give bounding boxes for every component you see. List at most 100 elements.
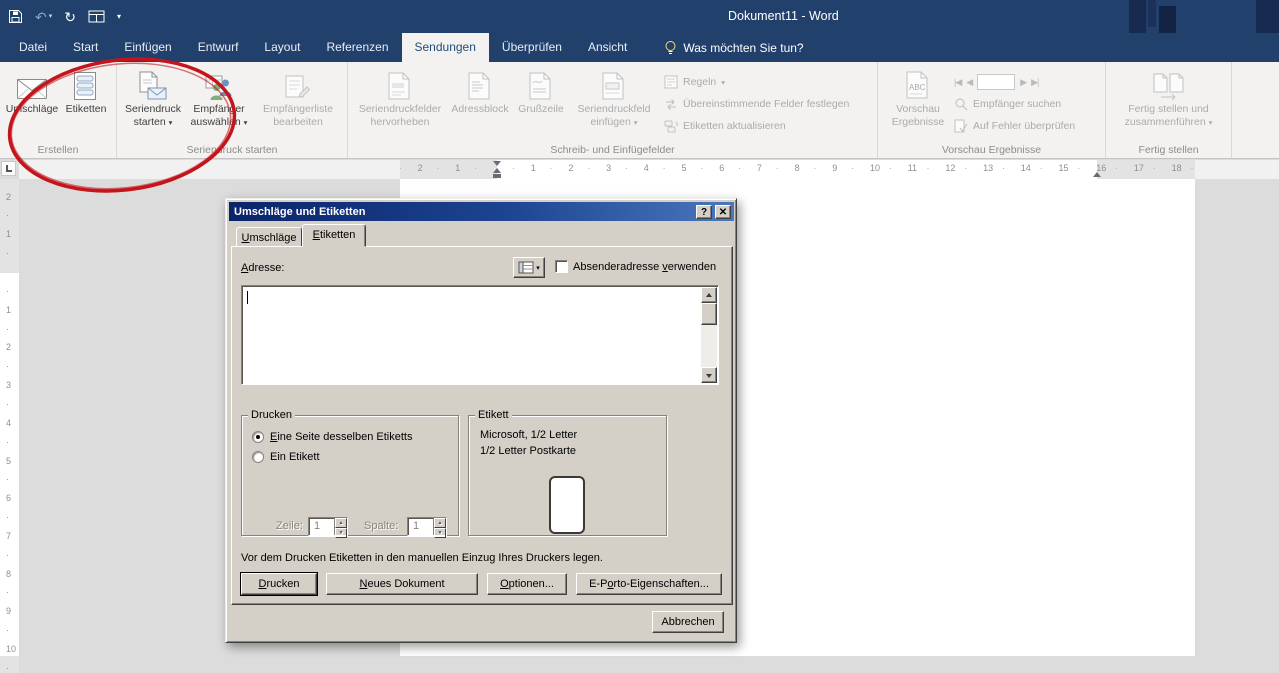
tab-selector[interactable] (1, 161, 16, 176)
group-label-vorschau-ergebnisse: Vorschau Ergebnisse (878, 144, 1105, 156)
label-preview (549, 476, 585, 534)
tab-stop-icon (6, 165, 12, 172)
record-navigator: |◀ ◀ ▶ ▶| (954, 71, 1100, 93)
row-label: Zeile: (276, 520, 303, 532)
title-bar: ↶▾ ↻ ▾ Dokument11 - Word (0, 0, 1279, 33)
vertical-ruler[interactable]: 2112345678910·············· (0, 179, 19, 673)
spin-up-icon[interactable]: ▲ (434, 518, 446, 528)
new-document-button[interactable]: Neues Dokument (326, 573, 478, 595)
dropdown-arrow-icon: ▾ (634, 118, 638, 127)
tab-entwurf[interactable]: Entwurf (185, 33, 252, 62)
tab-sendungen[interactable]: Sendungen (402, 33, 489, 62)
right-indent-marker[interactable] (1093, 172, 1101, 177)
scroll-thumb[interactable] (701, 303, 717, 325)
insert-merge-field-button[interactable]: Seriendruckfeld einfügen ▾ (570, 64, 658, 138)
select-recipients-button[interactable]: Empfänger auswählen ▾ (186, 64, 252, 138)
spin-down-icon[interactable]: ▼ (434, 528, 446, 538)
scroll-down-button[interactable] (701, 367, 717, 383)
tab-ansicht[interactable]: Ansicht (575, 33, 640, 62)
save-icon[interactable] (8, 9, 23, 24)
print-button[interactable]: Drucken (241, 573, 317, 595)
match-fields-button[interactable]: Übereinstimmende Felder festlegen (664, 93, 872, 115)
dialog-tab-umschlaege[interactable]: Umschläge (236, 227, 302, 247)
record-number-box[interactable] (977, 74, 1015, 90)
first-line-indent-marker[interactable] (493, 161, 501, 166)
finish-merge-button[interactable]: Fertig stellen und zusammenführen ▾ (1115, 64, 1223, 138)
word-window: ↶▾ ↻ ▾ Dokument11 - Word Datei Start Ein… (0, 0, 1279, 673)
ribbon-group-fertig-stellen: Fertig stellen und zusammenführen ▾ Fert… (1106, 62, 1232, 158)
preview-results-button[interactable]: ABC Vorschau Ergebnisse (886, 64, 950, 138)
undo-dropdown-icon[interactable]: ▾ (49, 13, 53, 20)
ribbon-group-vorschau-ergebnisse: ABC Vorschau Ergebnisse |◀ ◀ ▶ ▶| Empfän… (878, 62, 1106, 158)
dialog-help-button[interactable]: ? (696, 205, 712, 219)
column-label: Spalte: (364, 520, 398, 532)
hanging-indent-marker[interactable] (493, 168, 501, 173)
eporto-properties-button[interactable]: E-Porto-Eigenschaften... (576, 573, 722, 595)
dialog-titlebar[interactable]: Umschläge und Etiketten ? ✕ (229, 202, 734, 221)
spin-up-icon[interactable]: ▲ (335, 518, 347, 528)
spin-down-icon[interactable]: ▼ (335, 528, 347, 538)
cancel-button[interactable]: Abbrechen (652, 611, 724, 633)
tab-einfuegen[interactable]: Einfügen (111, 33, 184, 62)
next-record-icon[interactable]: ▶ (1020, 77, 1026, 88)
lightbulb-icon (664, 40, 677, 55)
use-sender-address-checkbox[interactable]: Absenderadresse verwenden (555, 260, 716, 273)
dialog-tab-etiketten[interactable]: Etiketten (302, 224, 366, 247)
full-page-radio[interactable]: Eine Seite desselben Etiketts (252, 431, 412, 443)
first-record-icon[interactable]: |◀ (954, 77, 961, 88)
radio-button-icon (252, 451, 264, 463)
column-spinner[interactable]: 1 ▲▼ (407, 517, 447, 536)
finish-merge-icon (1153, 68, 1185, 100)
find-recipient-button[interactable]: Empfänger suchen (954, 93, 1100, 115)
find-recipient-icon (954, 97, 968, 111)
check-errors-button[interactable]: Auf Fehler überprüfen (954, 115, 1100, 137)
rules-button[interactable]: Regeln▾ (664, 71, 872, 93)
address-block-button[interactable]: Adressblock (448, 64, 512, 138)
left-indent-marker[interactable] (493, 174, 501, 178)
label-group-title: Etikett (475, 409, 512, 421)
redo-icon[interactable]: ↻ (64, 10, 76, 24)
tab-start[interactable]: Start (60, 33, 111, 62)
update-labels-button[interactable]: Etiketten aktualisieren (664, 115, 872, 137)
undo-icon[interactable]: ↶▾ (35, 10, 52, 24)
start-mail-merge-button[interactable]: Seriendruck starten ▾ (120, 64, 186, 138)
dropdown-arrow-icon: ▾ (169, 118, 173, 127)
scroll-up-button[interactable] (701, 287, 717, 303)
edit-recipient-list-button[interactable]: Empfängerliste bearbeiten (252, 64, 344, 138)
print-groupbox: Drucken Eine Seite desselben Etiketts Ei… (241, 409, 459, 536)
tab-datei[interactable]: Datei (6, 33, 60, 62)
single-label-radio[interactable]: Ein Etikett (252, 451, 320, 463)
greeting-line-button[interactable]: Grußzeile (512, 64, 570, 138)
ribbon: Umschläge Etiketten Erstellen Seriendruc… (0, 62, 1279, 159)
group-label-schreib-einfuegefelder: Schreib- und Einfügefelder (348, 144, 877, 156)
horizontal-ruler[interactable]: 21123456789101112131415161718···········… (19, 160, 1279, 179)
tab-layout[interactable]: Layout (251, 33, 313, 62)
highlight-merge-fields-button[interactable]: Seriendruckfelder hervorheben (352, 64, 448, 138)
group-label-seriendruck-starten: Seriendruck starten (117, 144, 347, 156)
dialog-close-button[interactable]: ✕ (715, 205, 731, 219)
umschlaege-button[interactable]: Umschläge (4, 64, 60, 138)
dropdown-arrow-icon: ▾ (536, 264, 540, 272)
address-label: Adresse: (241, 262, 284, 274)
preview-results-icon: ABC (905, 68, 931, 100)
printer-feed-note: Vor dem Drucken Etiketten in den manuell… (241, 552, 603, 564)
row-spinner[interactable]: 1 ▲▼ (308, 517, 348, 536)
options-button[interactable]: Optionen... (487, 573, 567, 595)
tab-referenzen[interactable]: Referenzen (313, 33, 401, 62)
labels-icon (74, 68, 98, 100)
address-block-icon (468, 68, 492, 100)
radio-button-icon (252, 431, 264, 443)
previous-record-icon[interactable]: ◀ (966, 77, 972, 88)
label-vendor: Microsoft, 1/2 Letter (480, 429, 577, 441)
tab-ueberpruefen[interactable]: Überprüfen (489, 33, 575, 62)
address-book-button[interactable]: ▾ (513, 257, 545, 278)
etiketten-button[interactable]: Etiketten (60, 64, 112, 138)
full-page-radio-label: Eine Seite desselben Etiketts (270, 431, 412, 443)
touch-mode-icon[interactable] (88, 10, 105, 23)
customize-qat-icon[interactable]: ▾ (117, 13, 121, 21)
last-record-icon[interactable]: ▶| (1031, 77, 1038, 88)
tell-me-box[interactable]: Was möchten Sie tun? (656, 33, 811, 62)
textarea-scrollbar (701, 287, 717, 383)
address-textarea[interactable] (241, 285, 719, 385)
label-product: 1/2 Letter Postkarte (480, 445, 576, 457)
